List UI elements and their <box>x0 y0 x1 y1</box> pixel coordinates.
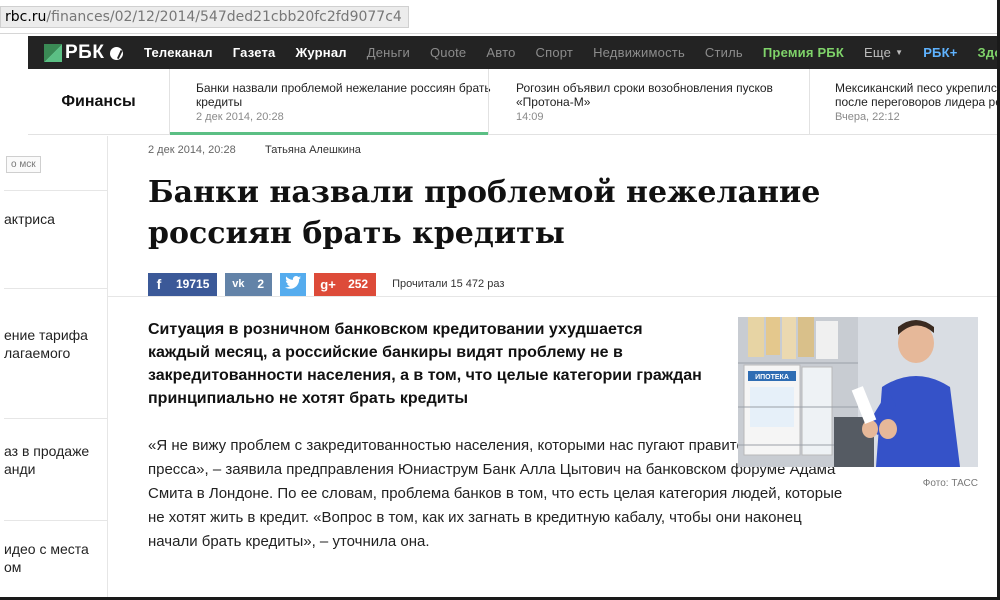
nav-item-award[interactable]: Премия РБК <box>763 45 844 60</box>
ticker-news-time: 2 дек 2014, 20:28 <box>196 111 284 123</box>
sidebar-news-item[interactable]: аз в продаже анди <box>4 442 92 478</box>
sidebar-time-label: о мск <box>6 156 41 173</box>
top-nav: РБК Телеканал Газета Журнал Деньги Quote… <box>28 36 1000 69</box>
logo-badge-icon <box>110 46 124 60</box>
sidebar-news-item[interactable]: идео с места ом <box>4 540 92 576</box>
browser-url-bar: rbc.ru/finances/02/12/2014/547ded21cbb20… <box>0 0 1000 34</box>
read-count: Прочитали 15 472 раз <box>392 278 505 290</box>
photo-illustration: ИПОТЕКА <box>738 317 978 467</box>
article-date: 2 дек 2014, 20:28 <box>148 144 236 156</box>
sidebar-news: о мск актриса ение тарифа лагаемого аз в… <box>0 136 108 600</box>
sidebar-divider <box>4 520 108 521</box>
sidebar-news-item[interactable]: актриса <box>4 210 106 228</box>
article-lead: Ситуация в розничном банковском кредитов… <box>148 321 702 407</box>
ticker-news-title: Банки назвали проблемой нежелание россия… <box>196 81 491 109</box>
nav-more-label: Еще <box>864 45 892 60</box>
ticker-news-title: Рогозин объявил сроки возобновления пуск… <box>516 81 773 109</box>
nav-item-more[interactable]: Еще ▼ <box>864 45 903 60</box>
nav-item-auto[interactable]: Авто <box>486 45 515 60</box>
nav-item-rbc-plus[interactable]: РБК+ <box>923 45 957 60</box>
nav-item-magazine[interactable]: Журнал <box>295 45 346 60</box>
article-headline: Банки назвали проблемой нежелание россия… <box>148 175 821 251</box>
share-bar: f 19715 vk 2 g+ 252 Прочитали 15 472 раз <box>148 272 504 296</box>
googleplus-share-button[interactable]: g+ 252 <box>314 272 377 296</box>
nav-item-money[interactable]: Деньги <box>367 45 410 60</box>
vk-share-button[interactable]: vk 2 <box>225 272 273 296</box>
facebook-share-count: 19715 <box>176 277 210 291</box>
ticker-divider <box>488 69 489 135</box>
sidebar-news-item[interactable]: ение тарифа лагаемого <box>4 326 92 362</box>
url-path: /finances/02/12/2014/547ded21cbb20fc2fd9… <box>46 9 402 25</box>
article-meta: 2 дек 2014, 20:28 Татьяна Алешкина <box>148 144 361 156</box>
vk-share-count: 2 <box>257 277 265 291</box>
ticker-news-item[interactable]: Мексиканский песо укрепилс после перегов… <box>835 81 1000 124</box>
svg-text:ИПОТЕКА: ИПОТЕКА <box>755 374 789 381</box>
rbc-logo[interactable]: РБК <box>44 42 124 64</box>
ticker-news-time: 14:09 <box>516 111 544 123</box>
twitter-icon <box>285 276 302 292</box>
nav-menu: Телеканал Газета Журнал Деньги Quote Авт… <box>144 36 1000 69</box>
chevron-down-icon: ▼ <box>895 48 904 57</box>
googleplus-icon: g+ <box>320 276 336 292</box>
vk-icon: vk <box>232 278 245 290</box>
article-author[interactable]: Татьяна Алешкина <box>265 144 361 156</box>
nav-item-tv[interactable]: Телеканал <box>144 45 213 60</box>
facebook-icon: f <box>156 276 162 292</box>
nav-item-newspaper[interactable]: Газета <box>233 45 276 60</box>
sidebar-divider <box>4 418 108 419</box>
sidebar-divider <box>4 190 108 191</box>
ticker-news-item[interactable]: Рогозин объявил сроки возобновления пуск… <box>516 81 806 124</box>
ticker-news-time: Вчера, 22:12 <box>835 111 900 123</box>
news-ticker: Финансы Банки назвали проблемой нежелани… <box>28 69 1000 135</box>
facebook-share-button[interactable]: f 19715 <box>148 272 218 296</box>
sidebar-divider <box>4 288 108 289</box>
url-host: rbc.ru <box>5 9 47 25</box>
ticker-news-title: Мексиканский песо укрепилс после перегов… <box>835 81 1000 109</box>
article-photo[interactable]: ИПОТЕКА <box>738 317 978 467</box>
url-input[interactable]: rbc.ru/finances/02/12/2014/547ded21cbb20… <box>0 6 409 28</box>
section-title[interactable]: Финансы <box>28 69 170 135</box>
twitter-share-button[interactable] <box>280 272 307 296</box>
nav-item-style[interactable]: Стиль <box>705 45 743 60</box>
content-divider <box>108 296 1000 297</box>
googleplus-share-count: 252 <box>348 277 369 291</box>
nav-item-realty[interactable]: Недвижимость <box>593 45 685 60</box>
ticker-news-item[interactable]: Банки назвали проблемой нежелание россия… <box>196 81 496 124</box>
nav-item-quote[interactable]: Quote <box>430 45 466 60</box>
ticker-active-indicator <box>170 132 488 135</box>
photo-caption: Фото: ТАСС <box>922 478 978 489</box>
ticker-divider <box>809 69 810 135</box>
nav-item-sport[interactable]: Спорт <box>536 45 574 60</box>
logo-mark-icon <box>44 44 62 62</box>
logo-text: РБК <box>65 42 105 63</box>
